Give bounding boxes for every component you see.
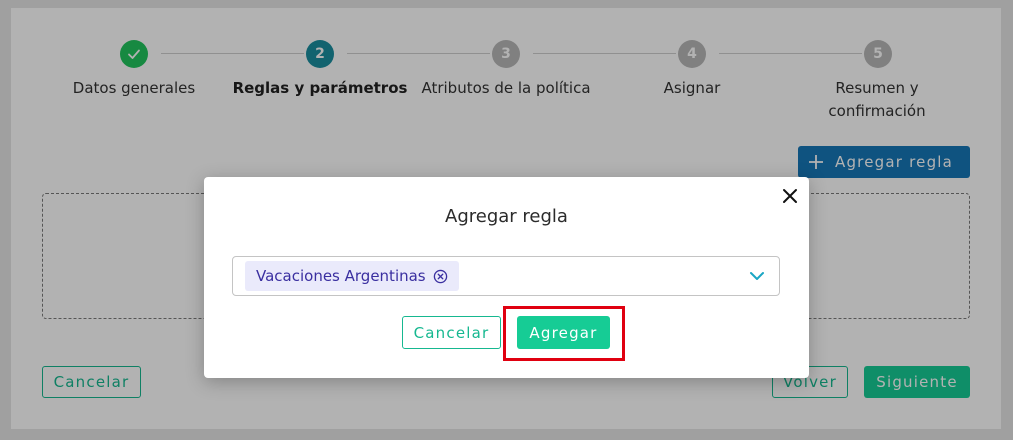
rule-select[interactable]: Vacaciones Argentinas <box>232 256 780 296</box>
modal-add-button[interactable]: Agregar <box>517 316 610 349</box>
selected-rule-label: Vacaciones Argentinas <box>256 267 426 285</box>
modal-add-label: Agregar <box>529 323 598 342</box>
modal-cancel-label: Cancelar <box>413 323 490 342</box>
modal-cancel-button[interactable]: Cancelar <box>402 316 501 349</box>
modal-title: Agregar regla <box>445 206 568 227</box>
add-rule-modal: Agregar regla Vacaciones Argentinas Canc… <box>204 177 809 378</box>
chevron-down-icon[interactable] <box>749 269 765 283</box>
circle-x-icon[interactable] <box>433 269 448 284</box>
close-icon[interactable] <box>779 185 801 207</box>
selected-rule-chip: Vacaciones Argentinas <box>245 261 459 291</box>
